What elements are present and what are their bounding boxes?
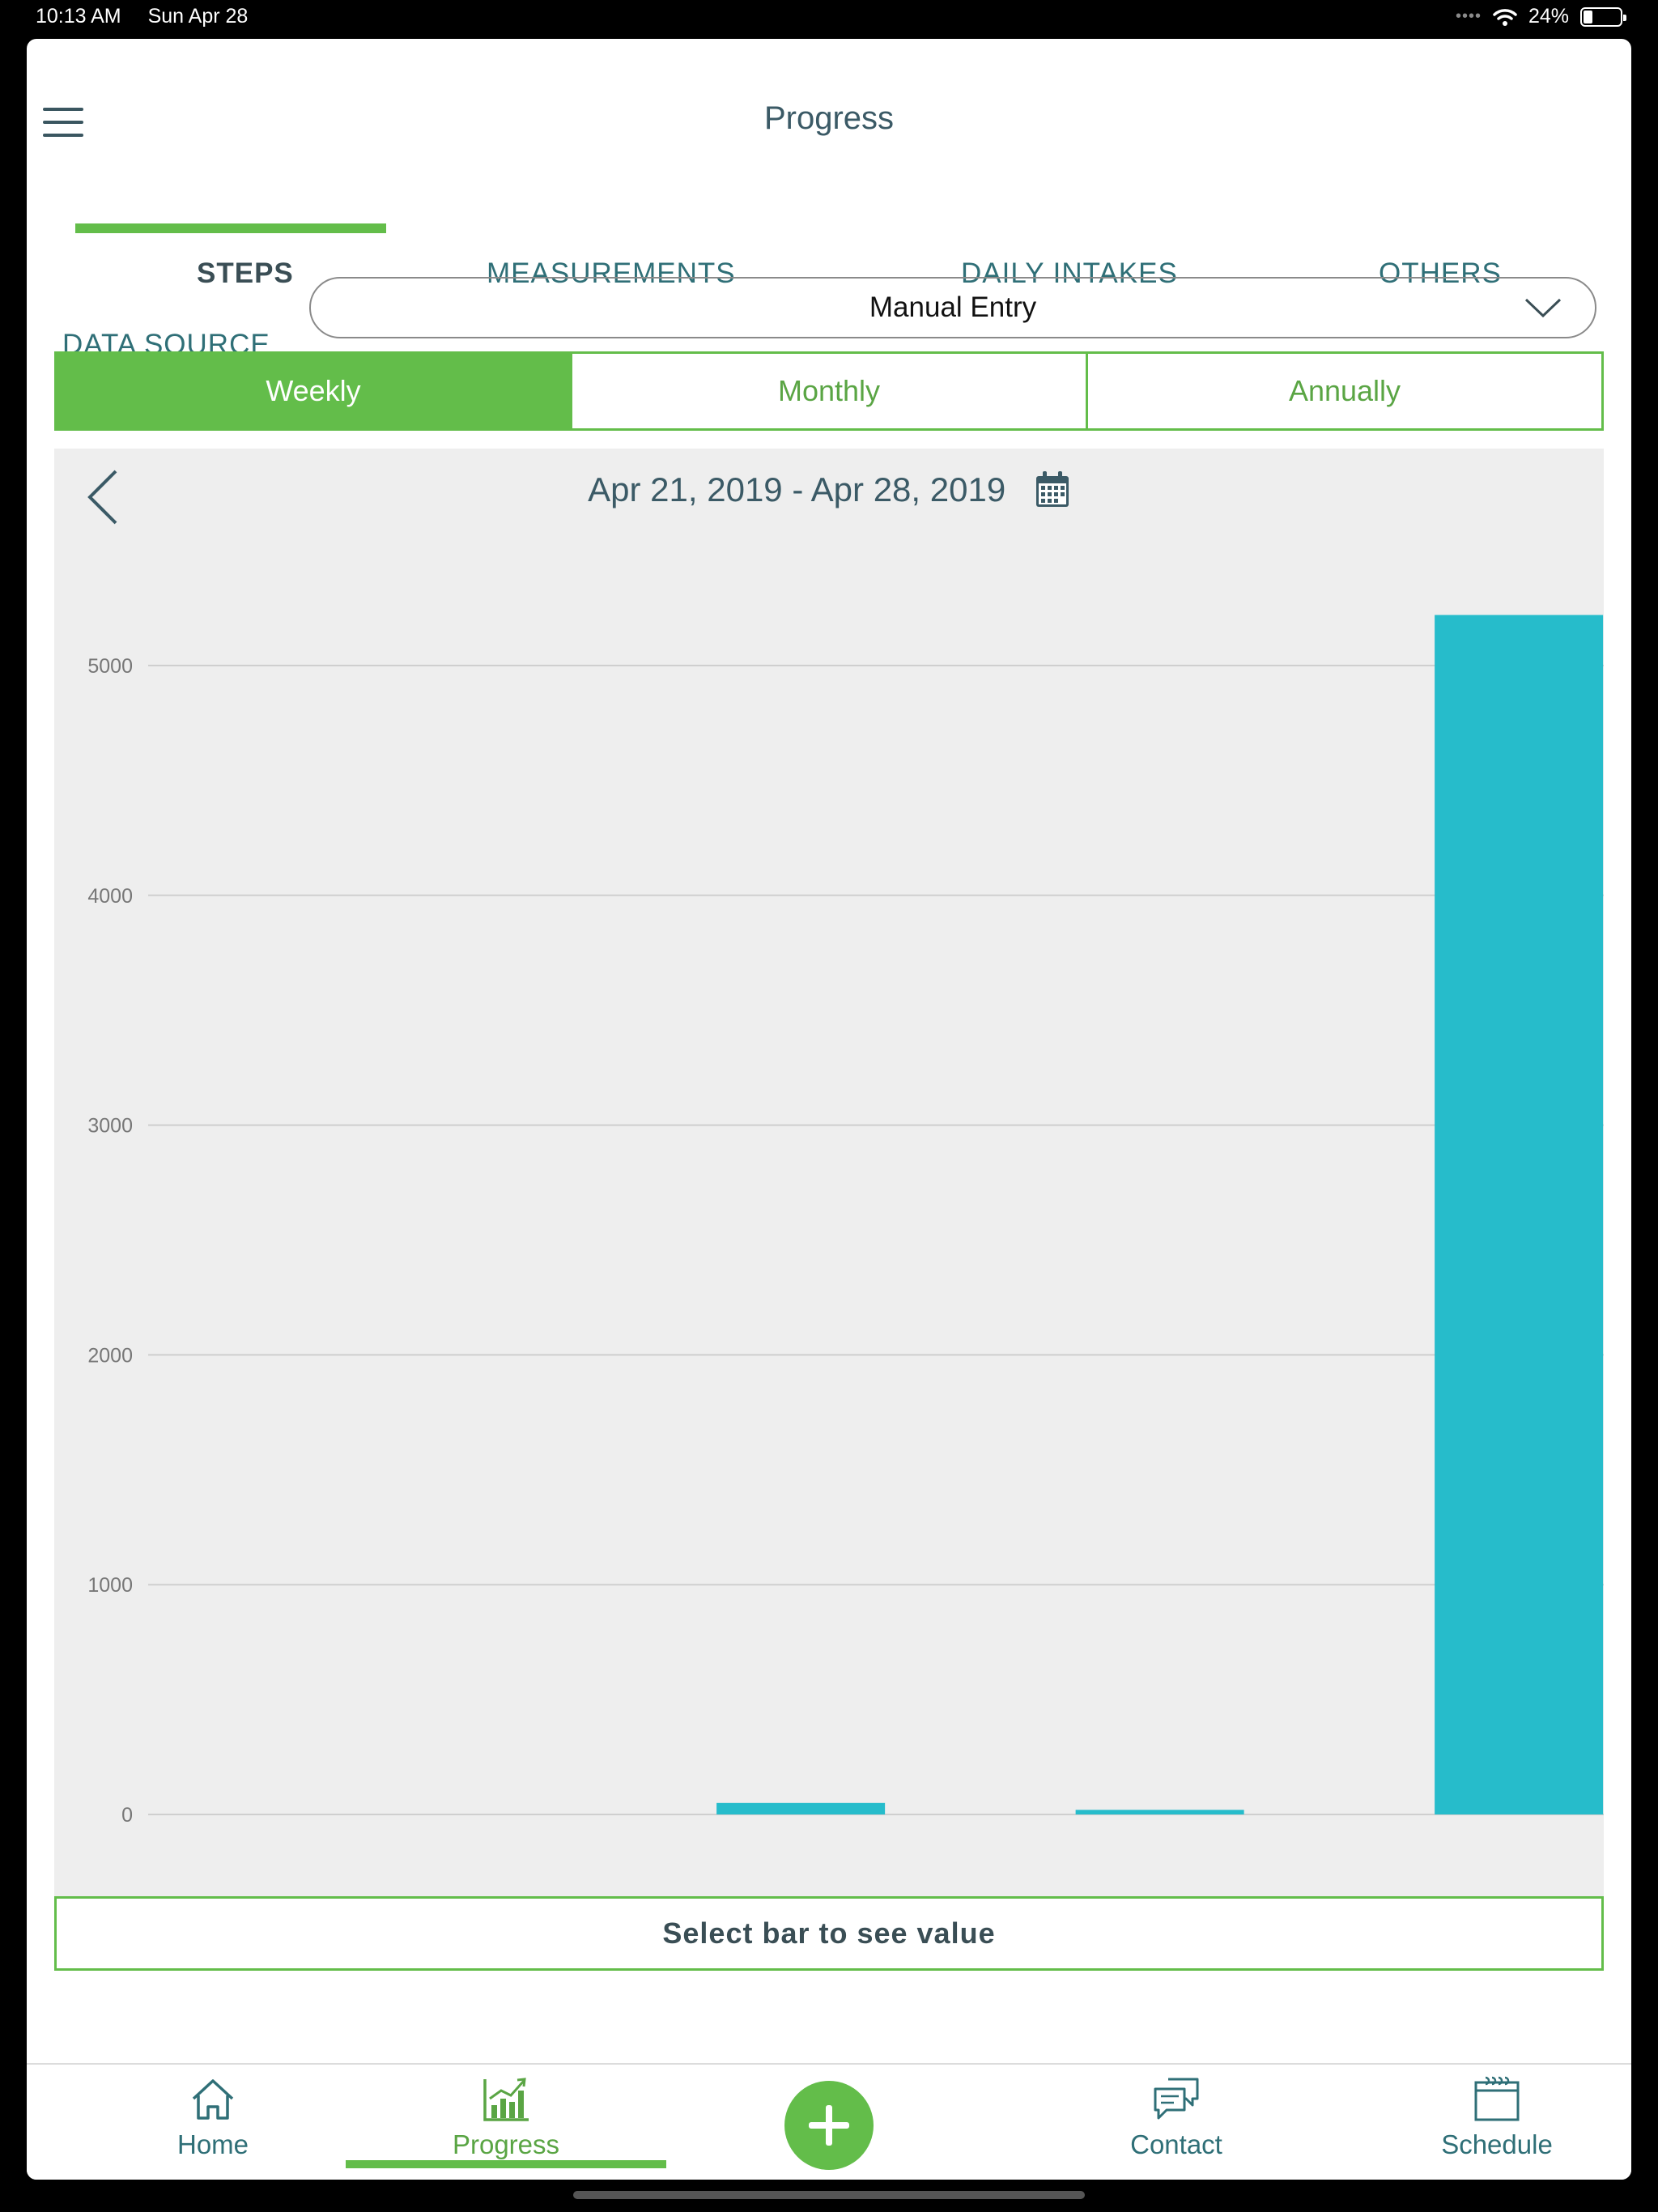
y-tick-label: 3000 (87, 1115, 133, 1138)
category-tabs: STEPS MEASUREMENTS DAILY INTAKES OTHERS (48, 185, 1610, 290)
nav-schedule-label: Schedule (1441, 2129, 1553, 2159)
active-tab-indicator (75, 223, 386, 233)
home-indicator (573, 2191, 1085, 2199)
page-title: Progress (763, 100, 895, 136)
date-range-label: Apr 21, 2019 - Apr 28, 2019 (588, 470, 1006, 508)
y-tick-label: 1000 (87, 1574, 133, 1597)
tab-steps[interactable]: STEPS (197, 257, 294, 290)
add-button[interactable] (784, 2081, 874, 2170)
nav-active-indicator (346, 2160, 666, 2168)
nav-home[interactable]: Home (108, 2065, 318, 2180)
battery-icon (1580, 6, 1626, 27)
nav-home-label: Home (176, 2129, 249, 2159)
chart-panel: 0 1000 2000 3000 4000 5000 Apr 21, 2019 - Apr… (54, 449, 1604, 1916)
app-window: Progress STEPS MEASUREMENTS DAILY INTAKE… (27, 39, 1631, 2180)
y-tick-label: 2000 (87, 1344, 133, 1367)
multitasking-dots-icon: •••• (1455, 7, 1482, 25)
period-weekly-button[interactable]: Weekly (57, 354, 572, 428)
steps-bar-chart: 0 1000 2000 3000 4000 5000 (87, 615, 1604, 1827)
y-tick-label: 5000 (87, 655, 133, 678)
nav-progress-label: Progress (452, 2129, 560, 2159)
data-source-value: Manual Entry (869, 291, 1037, 323)
chevron-down-icon (1524, 298, 1562, 318)
nav-contact[interactable]: Contact (1071, 2065, 1282, 2180)
nav-progress[interactable]: Progress (346, 2065, 666, 2180)
y-tick-label: 4000 (87, 885, 133, 908)
period-annually-button[interactable]: Annually (1088, 354, 1601, 428)
period-monthly-button[interactable]: Monthly (572, 354, 1088, 428)
selected-value-box: Select bar to see value (54, 1896, 1604, 1971)
nav-schedule[interactable]: Schedule (1392, 2065, 1602, 2180)
data-source-dropdown[interactable]: Manual Entry (309, 277, 1596, 338)
calendar-icon[interactable] (1035, 470, 1070, 508)
battery-level (1584, 10, 1592, 23)
chart-bar[interactable] (1075, 1810, 1244, 1814)
status-bar: 10:13 AM Sun Apr 28 •••• 24% (0, 0, 1658, 39)
battery-percent: 24% (1528, 5, 1569, 28)
chat-bubbles-icon (1154, 2078, 1199, 2120)
status-time: 10:13 AM (36, 5, 121, 28)
y-tick-label: 0 (121, 1804, 133, 1827)
calendar-schedule-icon (1474, 2076, 1520, 2121)
chart-growth-icon (483, 2078, 529, 2121)
bottom-navigation: Home Progress Contact Schedule (27, 2063, 1631, 2180)
nav-contact-label: Contact (1130, 2129, 1222, 2159)
status-date: Sun Apr 28 (147, 5, 249, 28)
period-selector: Weekly Monthly Annually (54, 351, 1604, 431)
chart-bar[interactable] (1435, 615, 1604, 1814)
wifi-icon (1493, 8, 1517, 26)
chart-bar[interactable] (716, 1802, 886, 1814)
home-icon (192, 2079, 234, 2120)
